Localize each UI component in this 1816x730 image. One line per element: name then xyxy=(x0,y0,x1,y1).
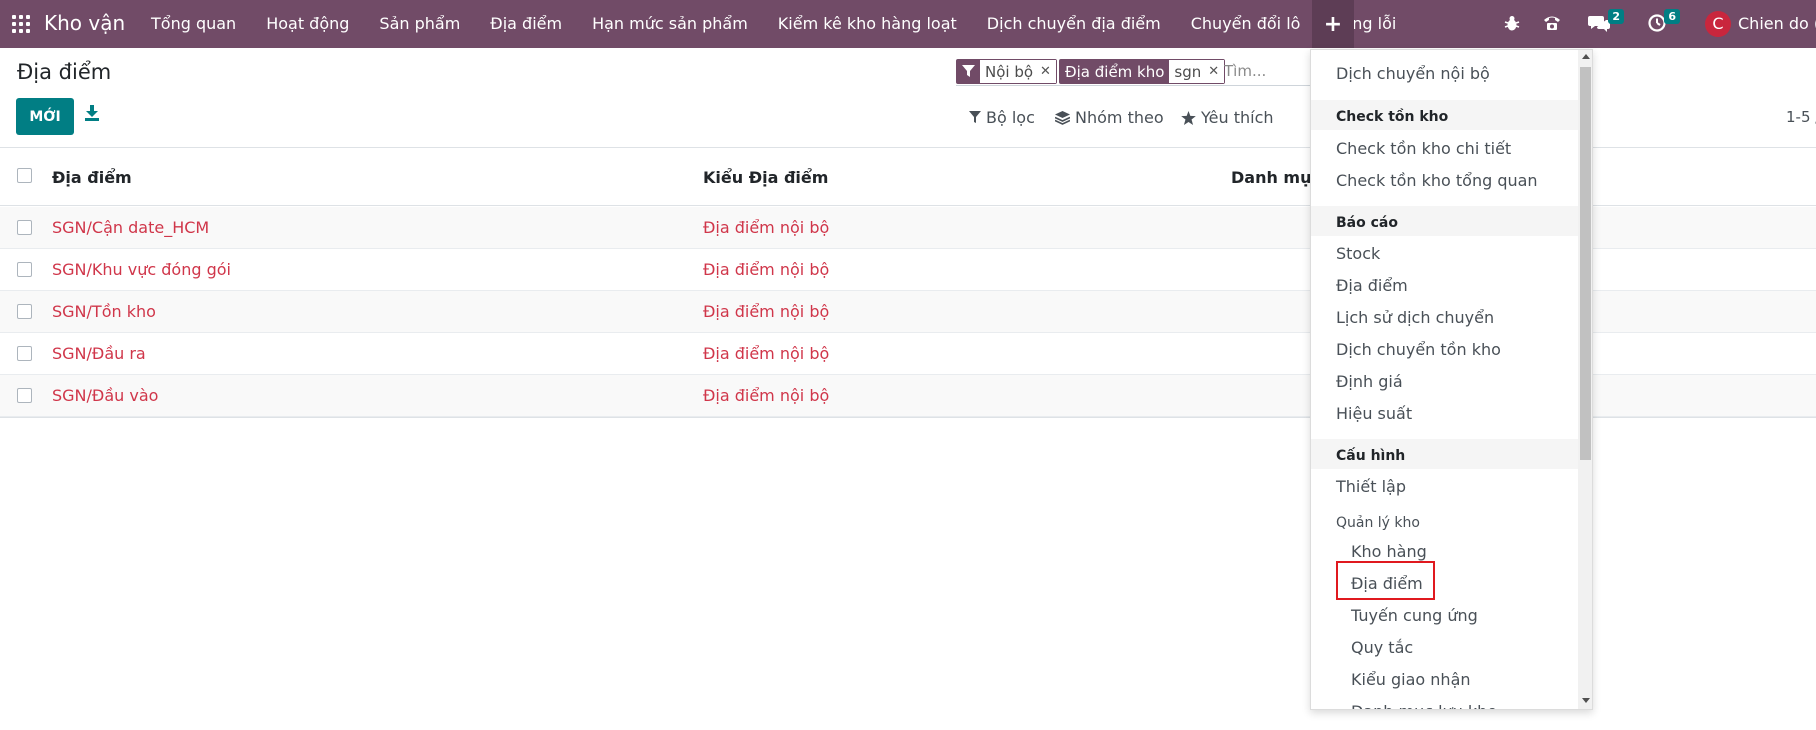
dd-item-stock-check-overview[interactable]: Check tồn kho tổng quan xyxy=(1336,171,1538,190)
favorites-toggle[interactable]: Yêu thích xyxy=(1181,108,1274,127)
dd-item-routes[interactable]: Tuyến cung ứng xyxy=(1351,606,1478,625)
column-header-category[interactable]: Danh mục xyxy=(1231,168,1321,187)
dropdown-scrollbar[interactable] xyxy=(1578,50,1592,709)
dd-section-stock-check: Check tồn kho xyxy=(1311,100,1579,130)
menu-han-muc-san-pham[interactable]: Hạn mức sản phẩm xyxy=(577,0,763,48)
menu-san-pham[interactable]: Sản phẩm xyxy=(364,0,475,48)
main-menu: Tổng quan Hoạt động Sản phẩm Địa điểm Hạ… xyxy=(136,0,1411,48)
facet-remove-icon[interactable]: ✕ xyxy=(1038,60,1056,83)
scroll-up-arrow-icon[interactable] xyxy=(1582,54,1590,59)
dd-item-settings[interactable]: Thiết lập xyxy=(1336,477,1406,496)
column-header-location[interactable]: Địa điểm xyxy=(52,168,132,187)
row-checkbox[interactable] xyxy=(17,388,32,403)
row-checkbox[interactable] xyxy=(17,304,32,319)
activities-count-badge: 6 xyxy=(1664,9,1680,24)
dd-item-valuation[interactable]: Định giá xyxy=(1336,372,1403,391)
page-title: Địa điểm xyxy=(17,60,112,84)
phone-icon[interactable] xyxy=(1542,14,1562,36)
group-by-label: Nhóm theo xyxy=(1075,108,1164,127)
layers-icon xyxy=(1055,110,1070,125)
pager-value[interactable]: 1-5 / xyxy=(1786,108,1816,126)
favorites-label: Yêu thích xyxy=(1201,108,1274,127)
location-name[interactable]: SGN/Cận date_HCM xyxy=(52,218,209,237)
scroll-thumb[interactable] xyxy=(1580,67,1591,460)
select-all-checkbox[interactable] xyxy=(17,168,32,183)
facet-value: Nội bộ xyxy=(980,60,1039,83)
filters-toggle[interactable]: Bộ lọc xyxy=(969,108,1035,127)
star-icon xyxy=(1181,110,1196,125)
menu-kiem-ke-kho[interactable]: Kiểm kê kho hàng loạt xyxy=(763,0,972,48)
activities-clock-icon[interactable]: 6 xyxy=(1648,9,1680,36)
row-checkbox[interactable] xyxy=(17,262,32,277)
location-name[interactable]: SGN/Khu vực đóng gói xyxy=(52,260,231,279)
menu-chuyen-doi-lo[interactable]: Chuyển đổi lô xyxy=(1176,0,1316,48)
location-name[interactable]: SGN/Đầu ra xyxy=(52,344,146,363)
dd-item-stock-moves[interactable]: Dịch chuyển tồn kho xyxy=(1336,340,1501,359)
user-name[interactable]: Chien do ( xyxy=(1738,14,1816,33)
location-type[interactable]: Địa điểm nội bộ xyxy=(703,386,829,405)
facet-remove-icon[interactable]: ✕ xyxy=(1206,60,1225,83)
location-type[interactable]: Địa điểm nội bộ xyxy=(703,344,829,363)
search-facet-warehouse: Địa điểm kho sgn ✕ xyxy=(1059,59,1226,84)
dd-section-config: Cấu hình xyxy=(1311,439,1579,469)
column-header-location-type[interactable]: Kiểu Địa điểm xyxy=(703,168,828,187)
dd-item-stock-check-detail[interactable]: Check tồn kho chi tiết xyxy=(1336,139,1511,158)
dd-item-config-locations[interactable]: Địa điểm xyxy=(1351,574,1423,593)
menu-tong-quan[interactable]: Tổng quan xyxy=(136,0,251,48)
scroll-down-arrow-icon[interactable] xyxy=(1582,698,1590,703)
menu-dich-chuyen-dia-diem[interactable]: Dịch chuyển địa điểm xyxy=(972,0,1176,48)
dd-item-performance[interactable]: Hiệu suất xyxy=(1336,404,1412,423)
group-by-toggle[interactable]: Nhóm theo xyxy=(1055,108,1164,127)
dd-item-storage-categories[interactable]: Danh mục lưu kho xyxy=(1351,702,1497,709)
filter-icon xyxy=(969,111,981,123)
app-brand[interactable]: Kho vận xyxy=(44,11,125,35)
messages-count-badge: 2 xyxy=(1608,9,1624,24)
user-avatar[interactable]: C xyxy=(1705,11,1731,37)
new-button[interactable]: MỚI xyxy=(16,98,74,135)
filters-label: Bộ lọc xyxy=(986,108,1035,127)
row-checkbox[interactable] xyxy=(17,346,32,361)
dd-subsection-warehouse-mgmt: Quản lý kho xyxy=(1336,515,1420,531)
facet-value: sgn xyxy=(1169,60,1207,83)
apps-menu-icon[interactable] xyxy=(12,15,30,33)
menu-hoat-dong[interactable]: Hoạt động xyxy=(251,0,364,48)
facet-label: Địa điểm kho xyxy=(1060,60,1170,83)
dd-item-move-history[interactable]: Lịch sử dịch chuyển xyxy=(1336,308,1494,327)
location-type[interactable]: Địa điểm nội bộ xyxy=(703,302,829,321)
more-menu-button[interactable]: + xyxy=(1312,0,1354,48)
row-checkbox[interactable] xyxy=(17,220,32,235)
dd-item-report-locations[interactable]: Địa điểm xyxy=(1336,276,1408,295)
top-navbar: Kho vận Tổng quan Hoạt động Sản phẩm Địa… xyxy=(0,0,1816,48)
location-type[interactable]: Địa điểm nội bộ xyxy=(703,260,829,279)
location-type[interactable]: Địa điểm nội bộ xyxy=(703,218,829,237)
menu-dia-diem[interactable]: Địa điểm xyxy=(475,0,577,48)
dd-item-warehouses[interactable]: Kho hàng xyxy=(1351,542,1427,561)
dd-item-operation-types[interactable]: Kiểu giao nhận xyxy=(1351,670,1471,689)
search-bar: Nội bộ ✕ Địa điểm kho sgn ✕ xyxy=(956,58,1356,86)
location-name[interactable]: SGN/Đầu vào xyxy=(52,386,158,405)
search-facet-internal: Nội bộ ✕ xyxy=(956,59,1057,84)
more-menu-dropdown: Dịch chuyển nội bộ Check tồn kho Check t… xyxy=(1310,49,1593,710)
location-name[interactable]: SGN/Tồn kho xyxy=(52,302,156,321)
dd-item-rules[interactable]: Quy tắc xyxy=(1351,638,1413,657)
dd-item-stock[interactable]: Stock xyxy=(1336,244,1380,263)
messages-icon[interactable]: 2 xyxy=(1588,9,1624,36)
debug-bug-icon[interactable] xyxy=(1503,14,1521,36)
filter-funnel-icon xyxy=(957,60,980,83)
dd-item-internal-transfer[interactable]: Dịch chuyển nội bộ xyxy=(1336,64,1490,83)
dd-section-report: Báo cáo xyxy=(1311,206,1579,236)
download-icon[interactable] xyxy=(84,104,104,126)
